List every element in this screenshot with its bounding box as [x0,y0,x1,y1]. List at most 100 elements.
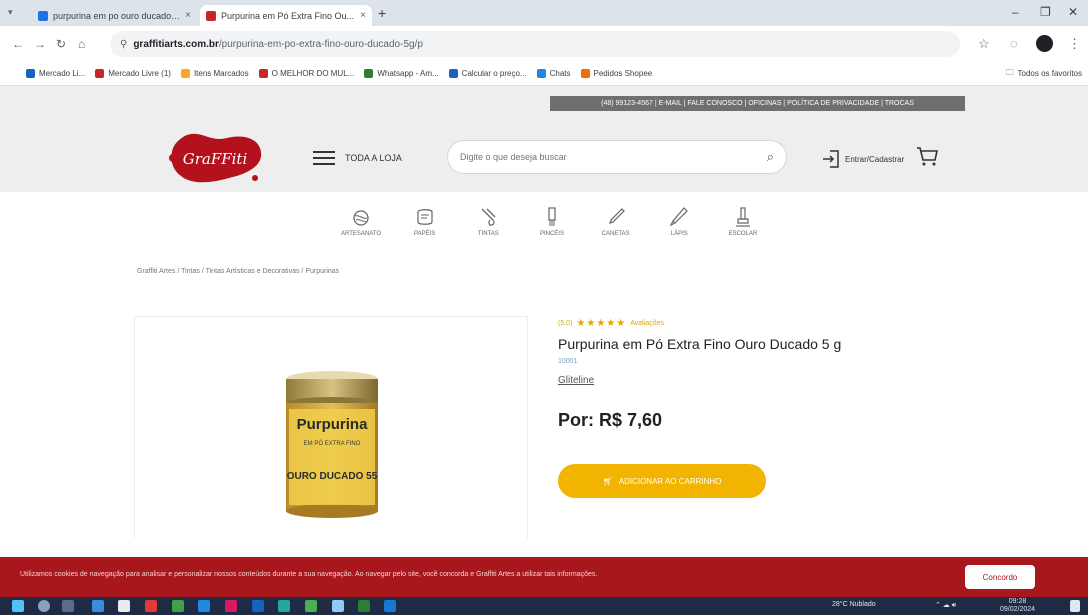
jar-label-main: Purpurina [297,416,368,433]
taskbar-app-icon[interactable] [278,600,290,612]
product-title: Purpurina em Pó Extra Fino Ouro Ducado 5… [558,336,842,352]
chrome-taskbar-icon[interactable] [305,600,317,612]
all-bookmarks-folder[interactable]: 🗀 Todos os favoritos [1006,67,1088,81]
bookmark-item[interactable]: Pedidos Shopee [580,69,652,78]
cookie-notice-text: Utilizamos cookies de navegação para ana… [20,571,598,578]
taskbar-app-icon[interactable] [358,600,370,612]
bookmark-star-icon[interactable]: ☆ [978,36,990,52]
breadcrumb[interactable]: Graffiti Artes / Tintas / Tintas Artísti… [137,268,339,275]
taskbar-app-icon[interactable] [172,600,184,612]
product-image-gallery: Purpurina EM PÓ EXTRA FINO OURO DUCADO 5… [134,316,528,538]
clock[interactable]: 09:28 09/02/2024 [1000,598,1035,614]
notifications-icon[interactable] [1070,600,1080,612]
jar-label-color: OURO DUCADO 55 [287,471,378,482]
product-image[interactable]: Purpurina EM PÓ EXTRA FINO OURO DUCADO 5… [283,369,381,519]
close-tab-icon[interactable]: × [360,10,366,21]
system-tray-icons[interactable]: ⌃ ☁ 🔊︎ [935,601,956,610]
top-info-bar[interactable]: (48) 99123-4567 | E-MAIL | FALE CONOSCO … [550,96,965,111]
school-icon [735,207,750,227]
reviews-link[interactable]: Avaliações [630,320,664,327]
bookmark-favicon-icon [448,69,458,78]
category-nav: ARTESANATO PAPÉIS TINTAS PINCÉIS CANETAS… [337,206,767,246]
minimize-icon[interactable]: – [1012,5,1019,19]
bookmark-item[interactable]: O MELHOR DO MUL... [258,69,354,78]
product-rating[interactable]: (5.0) ★★★★★ Avaliações [558,318,664,329]
brush-icon [548,207,556,226]
taskbar-app-icon[interactable] [332,600,344,612]
category-artesanato[interactable]: ARTESANATO [337,206,385,246]
bookmark-favicon-icon [180,69,190,78]
site-header: (48) 99123-4567 | E-MAIL | FALE CONOSCO … [0,86,1088,192]
pencil-icon [669,207,689,227]
taskbar-app-icon[interactable] [225,600,237,612]
browser-tab-1[interactable]: purpurina em po ouro ducado gra... × [32,5,197,26]
hamburger-menu-icon [313,151,335,165]
maximize-icon[interactable]: ❐ [1040,5,1051,19]
bookmark-favicon-icon [258,69,268,78]
product-brand-link[interactable]: Gliteline [558,375,594,386]
category-tintas[interactable]: TINTAS [464,206,512,246]
profile-avatar[interactable] [1036,35,1053,52]
bookmarks-bar: Mercado Li... Mercado Livre (1) Itens Ma… [0,62,1088,86]
reload-icon[interactable]: ↻ [56,37,66,51]
taskbar-app-icon[interactable] [384,600,396,612]
shopping-cart-icon[interactable] [915,144,939,168]
product-price: Por: R$ 7,60 [558,410,663,430]
back-icon[interactable]: ← [12,37,24,51]
taskbar-app-icon[interactable] [92,600,104,612]
folder-icon: 🗀 [1005,67,1014,77]
browser-tab-2[interactable]: Purpurina em Pó Extra Fino Ou... × [200,5,372,26]
taskbar-app-icon[interactable] [252,600,264,612]
clock-time: 09:28 [1008,598,1027,605]
search-icon[interactable]: ⌕ [767,149,774,165]
browser-menu-icon[interactable]: ⋮ [1068,36,1081,52]
forward-icon[interactable]: → [34,37,46,51]
pen-icon [608,208,625,224]
taskbar-search-icon[interactable] [38,600,50,612]
tab-title: Purpurina em Pó Extra Fino Ou... [221,10,355,21]
category-lapis[interactable]: LÁPIS [655,206,703,246]
close-tab-icon[interactable]: × [185,10,191,21]
star-rating-icon: ★★★★★ [576,318,627,329]
taskbar-app-icon[interactable] [118,600,130,612]
tab-favicon-icon [38,10,48,21]
site-search-box: ⌕ [447,140,787,174]
bookmark-item[interactable]: Chats [536,69,571,78]
taskbar-app-icon[interactable] [198,600,210,612]
bookmark-item[interactable]: Mercado Livre (1) [95,69,171,78]
bookmark-favicon-icon [364,69,374,78]
login-link[interactable]: Entrar/Cadastrar [822,149,904,169]
bookmark-item[interactable]: Itens Marcados [180,69,249,78]
site-info-icon[interactable]: ⚲ [120,39,127,50]
bookmark-item[interactable]: Whatsapp - Am... [364,69,439,78]
add-to-cart-label: ADICIONAR AO CARRINHO [618,476,722,486]
close-window-icon[interactable]: ✕ [1068,5,1078,19]
add-to-cart-button[interactable]: 🛒︎ ADICIONAR AO CARRINHO [558,464,766,498]
windows-start-icon[interactable] [12,600,24,612]
search-input[interactable] [460,152,767,162]
bookmark-favicon-icon [536,69,546,78]
new-tab-icon[interactable]: + [378,5,386,21]
home-icon[interactable]: ⌂ [78,37,85,51]
category-pinceis[interactable]: PINCÉIS [528,206,576,246]
category-papeis[interactable]: PAPÉIS [401,206,449,246]
address-bar[interactable]: ⚲ graffitiarts.com.br/purpurina-em-po-ex… [110,31,960,57]
store-menu-button[interactable]: TODA A LOJA [313,151,402,165]
taskbar-app-icon[interactable] [145,600,157,612]
extensions-icon[interactable]: ◌ [1010,36,1018,51]
bookmark-favicon-icon [26,69,35,78]
category-canetas[interactable]: CANETAS [592,206,640,246]
graffiti-logo[interactable]: GraFFiti [163,128,268,188]
weather-widget[interactable]: 28°C Nublado [832,601,876,608]
accept-cookies-button[interactable]: Concordo [965,565,1035,589]
tab-search-icon[interactable]: ▾ [8,7,13,18]
bookmark-item[interactable]: Calcular o preço... [448,69,527,78]
browser-toolbar: ← → ↻ ⌂ ⚲ graffitiarts.com.br/purpurina-… [0,26,1088,62]
product-sku: 10001 [558,358,578,365]
clock-date: 09/02/2024 [1000,606,1036,613]
category-escolar[interactable]: ESCOLAR [719,206,767,246]
bookmark-item[interactable]: Mercado Li... [26,69,85,78]
tab-title: purpurina em po ouro ducado gra... [53,10,181,21]
task-view-icon[interactable] [62,600,74,612]
login-icon [823,150,839,168]
